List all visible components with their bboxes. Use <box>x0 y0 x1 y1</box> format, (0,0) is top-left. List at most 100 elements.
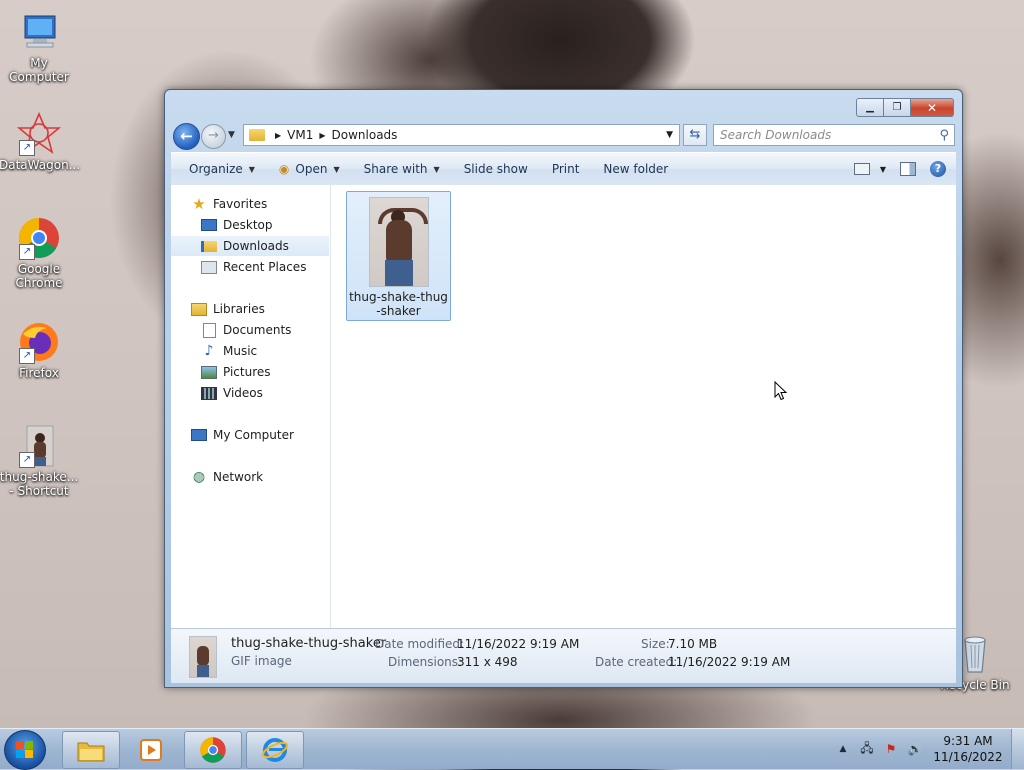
refresh-button[interactable]: ⇆ <box>683 124 707 146</box>
share-with-button[interactable]: Share with ▼ <box>352 153 452 185</box>
start-button[interactable] <box>4 730 46 770</box>
film-strip-icon <box>201 386 217 400</box>
details-file-name: thug-shake-thug-shaker <box>231 636 387 651</box>
nav-network[interactable]: ◍ Network <box>171 467 329 487</box>
shortcut-arrow-icon: ↗ <box>19 140 35 156</box>
file-list[interactable]: thug-shake-thug -shaker <box>331 185 956 628</box>
breadcrumb-vm1[interactable]: VM1 <box>287 128 313 142</box>
file-name-line-1: thug-shake-thug <box>349 290 448 304</box>
desktop-icon-firefox[interactable]: ↗ Firefox <box>0 320 79 380</box>
nav-favorites[interactable]: ★ Favorites <box>171 194 329 214</box>
nav-label: Music <box>223 344 258 358</box>
open-label: Open <box>295 162 328 176</box>
date-created-value: 11/16/2022 9:19 AM <box>668 655 791 669</box>
minimize-button[interactable]: ▁ <box>856 98 884 117</box>
recent-places-icon <box>201 260 217 274</box>
nav-pictures[interactable]: Pictures <box>171 362 329 382</box>
close-icon: ✕ <box>926 100 938 115</box>
slide-show-label: Slide show <box>463 162 528 176</box>
nav-label: Pictures <box>223 365 271 379</box>
date-modified-label: Date modified: <box>375 637 465 651</box>
navigation-row: ← → ▼ ▶ VM1 ▶ Downloads ▼ ⇆ Search Downl… <box>173 123 955 150</box>
open-button[interactable]: ◉ Open ▼ <box>267 153 352 185</box>
shortcut-arrow-icon: ↗ <box>19 348 35 364</box>
desktop-icon-my-computer[interactable]: My Computer <box>0 10 79 84</box>
system-tray: ▲ 🖧 ⚑ 🔊 9:31 AM 11/16/2022 <box>831 729 1024 769</box>
address-bar[interactable]: ▶ VM1 ▶ Downloads ▼ <box>243 124 680 146</box>
taskbar-explorer-button[interactable] <box>62 731 120 769</box>
firefox-icon: ↗ <box>17 320 61 364</box>
print-button[interactable]: Print <box>540 153 592 185</box>
nav-libraries[interactable]: Libraries <box>171 299 329 319</box>
search-input[interactable]: Search Downloads <box>714 128 831 142</box>
show-desktop-button[interactable] <box>1011 729 1024 769</box>
change-view-button[interactable]: ▼ <box>853 163 886 175</box>
back-button[interactable]: ← <box>173 123 200 150</box>
details-file-type: GIF image <box>231 654 292 668</box>
address-dropdown-icon[interactable]: ▼ <box>666 130 673 140</box>
chrome-icon <box>200 737 226 763</box>
nav-label: Network <box>213 470 264 484</box>
chevron-down-icon: ▼ <box>228 130 235 140</box>
desktop-icon-label: My Computer <box>9 56 69 84</box>
new-folder-button[interactable]: New folder <box>591 153 680 185</box>
internet-explorer-icon <box>262 738 288 762</box>
nav-my-computer[interactable]: My Computer <box>171 425 329 445</box>
mouse-cursor-icon <box>774 381 788 401</box>
network-status-icon[interactable]: 🖧 <box>859 741 875 757</box>
nav-label: Downloads <box>223 239 289 253</box>
desktop-icon-thug-shake-shortcut[interactable]: ↗ thug-shake... - Shortcut <box>0 424 79 498</box>
clock-date: 11/16/2022 <box>933 750 1003 764</box>
forward-button[interactable]: → <box>201 124 226 149</box>
navigation-pane: ★ Favorites Desktop Downloads Recent Pla… <box>171 185 331 628</box>
media-player-icon <box>140 739 162 761</box>
preview-pane-icon[interactable] <box>900 162 916 176</box>
nav-label: My Computer <box>213 428 294 442</box>
chevron-right-icon: ▶ <box>275 130 282 140</box>
pictures-icon <box>201 365 217 379</box>
share-with-label: Share with <box>363 162 428 176</box>
nav-videos[interactable]: Videos <box>171 383 329 403</box>
volume-icon[interactable]: 🔊 <box>907 741 923 757</box>
help-icon[interactable]: ? <box>930 161 946 177</box>
nav-label: Videos <box>223 386 263 400</box>
action-center-icon[interactable]: ⚑ <box>883 741 899 757</box>
search-box[interactable]: Search Downloads ⚲ <box>713 124 955 146</box>
nav-recent-places[interactable]: Recent Places <box>171 257 329 277</box>
recent-pages-dropdown[interactable]: ▼ <box>228 130 235 140</box>
taskbar-chrome-button[interactable] <box>184 731 242 769</box>
chrome-icon: ↗ <box>17 216 61 260</box>
nav-desktop[interactable]: Desktop <box>171 215 329 235</box>
show-hidden-icons-icon[interactable]: ▲ <box>835 741 851 757</box>
clock[interactable]: 9:31 AM 11/16/2022 <box>933 733 1003 765</box>
file-item-thug-shake-thug-shaker[interactable]: thug-shake-thug -shaker <box>346 191 451 321</box>
view-icon <box>853 163 870 175</box>
minimize-icon: ▁ <box>866 102 874 113</box>
open-with-icon: ◉ <box>278 162 290 176</box>
size-value: 7.10 MB <box>668 637 718 651</box>
shortcut-arrow-icon: ↗ <box>19 452 35 468</box>
taskbar-media-player-button[interactable] <box>122 731 180 769</box>
music-note-icon: ♪ <box>204 343 214 359</box>
maximize-button[interactable]: ❐ <box>884 98 911 117</box>
desktop-icon-label: DataWagon... <box>0 158 81 172</box>
nav-documents[interactable]: Documents <box>171 320 329 340</box>
desktop-icon-google-chrome[interactable]: ↗ Google Chrome <box>0 216 79 290</box>
organize-label: Organize <box>189 162 243 176</box>
folder-icon <box>249 129 265 141</box>
details-thumbnail <box>189 636 217 678</box>
breadcrumb-downloads[interactable]: Downloads <box>332 128 398 142</box>
nav-downloads[interactable]: Downloads <box>171 236 329 256</box>
command-bar: Organize ▼ ◉ Open ▼ Share with ▼ Slide s… <box>171 152 956 186</box>
desktop-icon-datawagon[interactable]: ↗ DataWagon... <box>0 111 81 172</box>
file-name: thug-shake-thug -shaker <box>349 290 448 318</box>
nav-music[interactable]: ♪ Music <box>171 341 329 361</box>
slide-show-button[interactable]: Slide show <box>452 153 540 185</box>
date-modified-value: 11/16/2022 9:19 AM <box>457 637 580 651</box>
taskbar-internet-explorer-button[interactable] <box>246 731 304 769</box>
view-controls: ▼ ? <box>853 161 956 177</box>
organize-button[interactable]: Organize ▼ <box>171 153 267 185</box>
star-icon: ★ <box>192 195 206 213</box>
close-button[interactable]: ✕ <box>911 98 954 117</box>
chevron-down-icon: ▼ <box>879 164 886 174</box>
